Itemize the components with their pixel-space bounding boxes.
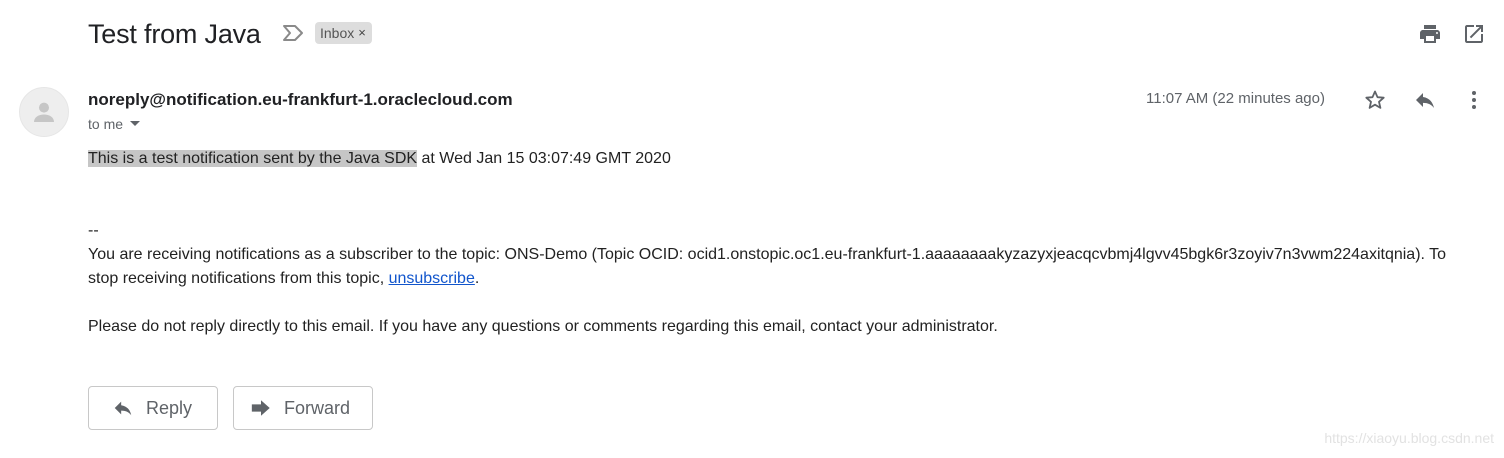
subscriber-line-2: stop receiving notifications from this t… [88, 267, 1488, 291]
unsubscribe-link[interactable]: unsubscribe [389, 270, 475, 287]
message-date-text: at Wed Jan 15 03:07:49 GMT 2020 [417, 150, 671, 167]
highlighted-text: This is a test notification sent by the … [88, 150, 418, 167]
period-text: . [474, 270, 480, 287]
email-timestamp: 11:07 AM (22 minutes ago) [1146, 90, 1325, 107]
remove-label-icon[interactable]: × [358, 22, 366, 44]
forward-icon [251, 400, 270, 416]
more-vertical-icon[interactable] [1462, 88, 1486, 112]
sender-avatar [19, 87, 69, 137]
recipient-text: to me [88, 116, 124, 132]
star-icon[interactable] [1363, 88, 1387, 112]
subscriber-line-2-text: stop receiving notifications from this t… [88, 270, 389, 287]
subscriber-notice: You are receiving notifications as a sub… [88, 243, 1488, 291]
no-reply-notice: Please do not reply directly to this ema… [88, 318, 998, 335]
inbox-label-text: Inbox [320, 25, 355, 41]
reply-icon [114, 401, 132, 416]
reply-button[interactable]: Reply [88, 386, 218, 430]
reply-button-label: Reply [146, 397, 193, 418]
forward-button[interactable]: Forward [233, 386, 373, 430]
forward-button-label: Forward [284, 397, 351, 418]
recipient-details[interactable]: to me [88, 114, 141, 134]
reply-icon[interactable] [1413, 88, 1437, 112]
inbox-label-chip[interactable]: Inbox × [315, 22, 372, 44]
dropdown-icon[interactable] [129, 120, 141, 128]
signature-separator: -- [88, 222, 99, 239]
message-first-line: This is a test notification sent by the … [88, 147, 671, 171]
email-subject: Test from Java [88, 19, 261, 49]
open-in-new-window-icon[interactable] [1462, 22, 1486, 46]
watermark: https://xiaoyu.blog.csdn.net [1324, 430, 1494, 446]
print-icon[interactable] [1418, 22, 1442, 46]
subscriber-line-1: You are receiving notifications as a sub… [88, 246, 1447, 263]
avatar-icon [34, 102, 54, 122]
importance-marker-icon[interactable] [282, 24, 304, 42]
sender-address[interactable]: noreply@notification.eu-frankfurt-1.orac… [88, 89, 513, 111]
